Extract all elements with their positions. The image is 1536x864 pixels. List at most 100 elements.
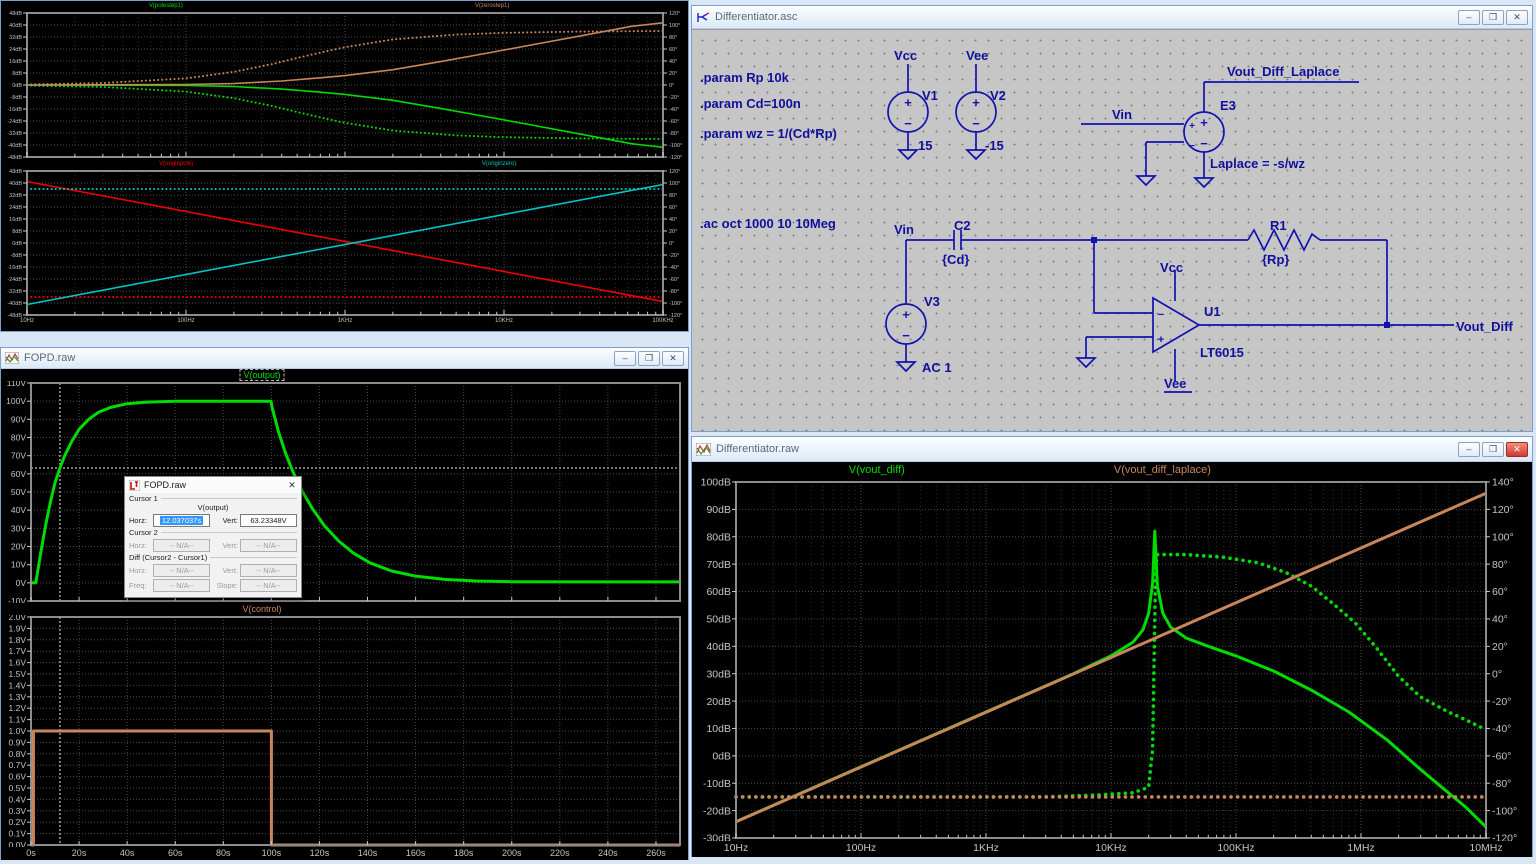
bode-pane-origin-pole-zero[interactable]: 48dB120°40dB100°32dB80°24dB60°16dB40°8dB… xyxy=(1,169,688,317)
close-button[interactable]: ✕ xyxy=(1506,10,1528,25)
schematic-text[interactable]: {Cd} xyxy=(942,252,969,267)
diff-vert-field[interactable]: -- N/A-- xyxy=(240,564,297,577)
bode-pane-differentiator[interactable]: 100dB140°90dB120°80dB100°70dB80°60dB60°5… xyxy=(692,478,1532,841)
restore-button[interactable]: ❐ xyxy=(1482,10,1504,25)
cursor1-vert-field[interactable]: 63.23348V xyxy=(240,514,297,527)
transient-pane-control[interactable]: 2.0V1.9V1.8V1.7V1.6V1.5V1.4V1.3V1.2V1.1V… xyxy=(1,615,688,847)
schematic-text[interactable]: C2 xyxy=(954,218,971,233)
schematic-text[interactable]: Vout_Diff xyxy=(1456,319,1513,334)
diff-horz-field[interactable]: -- N/A-- xyxy=(153,564,210,577)
trace-label[interactable]: V(vout_diff) xyxy=(849,464,905,476)
trace-label[interactable]: V(polestep1) xyxy=(149,3,183,9)
plot-svg: 2.0V1.9V1.8V1.7V1.6V1.5V1.4V1.3V1.2V1.1V… xyxy=(1,615,688,847)
schematic-text[interactable]: R1 xyxy=(1270,218,1287,233)
cursor-dialog-titlebar[interactable]: FOPD.raw ✕ xyxy=(125,477,301,493)
schematic-file-icon xyxy=(696,11,710,24)
schematic-text[interactable]: U1 xyxy=(1204,304,1221,319)
svg-text:100V: 100V xyxy=(6,396,26,406)
schematic-text[interactable]: 15 xyxy=(918,138,932,153)
schematic-text[interactable]: Vcc xyxy=(894,48,917,63)
trace-label-row: V(control) xyxy=(1,603,688,615)
transient-pane-output[interactable]: 110V100V90V80V70V60V50V40V30V20V10V0V-10… xyxy=(1,381,688,603)
trace-label[interactable]: V(output) xyxy=(241,370,284,380)
svg-text:0°: 0° xyxy=(669,83,674,89)
schematic-text[interactable]: E3 xyxy=(1220,98,1236,113)
svg-text:-60°: -60° xyxy=(669,277,679,283)
svg-text:-32dB: -32dB xyxy=(7,289,22,295)
minimize-button[interactable]: – xyxy=(614,351,636,366)
schematic-text[interactable]: .ac oct 1000 10 10Meg xyxy=(700,216,836,231)
svg-text:0dB: 0dB xyxy=(12,241,22,247)
schematic-text[interactable]: Vee xyxy=(1164,376,1186,391)
restore-button[interactable]: ❐ xyxy=(638,351,660,366)
cursor-dialog[interactable]: FOPD.raw ✕ Cursor 1 V(output) Horz: 12.0… xyxy=(124,476,302,598)
schematic-text[interactable]: .param Cd=100n xyxy=(700,96,801,111)
cursor2-horz-field[interactable]: -- N/A-- xyxy=(153,539,210,552)
trace-label[interactable]: V(zerostep1) xyxy=(475,3,509,9)
svg-text:50dB: 50dB xyxy=(706,614,731,626)
diff-slope-field[interactable]: -- N/A-- xyxy=(240,579,297,592)
asc-titlebar[interactable]: Differentiator.asc – ❐ ✕ xyxy=(692,6,1532,29)
svg-text:8dB: 8dB xyxy=(12,229,22,235)
close-button[interactable]: ✕ xyxy=(662,351,684,366)
schematic-text[interactable]: -15 xyxy=(985,138,1004,153)
close-icon[interactable]: ✕ xyxy=(287,480,297,491)
restore-button[interactable]: ❐ xyxy=(1482,442,1504,457)
cursor1-group: Cursor 1 V(output) Horz: 12.037037s Vert… xyxy=(129,494,297,527)
svg-text:0.6V: 0.6V xyxy=(9,772,27,782)
svg-text:-40°: -40° xyxy=(1492,723,1511,735)
schematic-text[interactable]: {Rp} xyxy=(1262,252,1289,267)
svg-text:32dB: 32dB xyxy=(9,193,22,199)
schematic-text[interactable]: .param Rp 10k xyxy=(700,70,790,85)
svg-text:-40°: -40° xyxy=(669,265,679,271)
fopd-titlebar[interactable]: FOPD.raw – ❐ ✕ xyxy=(1,348,688,369)
schematic-text[interactable]: .param wz = 1/(Cd*Rp) xyxy=(700,126,837,141)
schematic-text[interactable]: Vin xyxy=(1112,107,1132,122)
cursor1-horz-field[interactable]: 12.037037s xyxy=(153,514,210,527)
schematic-text[interactable]: Vout_Diff_Laplace xyxy=(1227,64,1339,79)
svg-text:60dB: 60dB xyxy=(706,586,731,598)
svg-text:-10V: -10V xyxy=(8,596,26,603)
schematic-text[interactable]: V2 xyxy=(990,88,1006,103)
svg-text:100°: 100° xyxy=(669,23,680,29)
svg-text:120°: 120° xyxy=(669,11,680,17)
trace-label[interactable]: V(originzero) xyxy=(482,161,516,167)
svg-text:0.5V: 0.5V xyxy=(9,783,27,793)
ltspice-desktop: { "app": {"name_hint": "LTspice-style wa… xyxy=(0,0,1536,864)
svg-text:20dB: 20dB xyxy=(706,696,731,708)
close-button[interactable]: ✕ xyxy=(1506,442,1528,457)
schematic-text[interactable]: Laplace = -s/wz xyxy=(1210,156,1306,171)
schematic-text[interactable]: V1 xyxy=(922,88,938,103)
trace-label-row: V(polestep1) V(zerostep1) xyxy=(1,1,688,11)
schematic-text[interactable]: LT6015 xyxy=(1200,345,1244,360)
trace-label[interactable]: V(vout_diff_laplace) xyxy=(1114,464,1211,476)
svg-text:40dB: 40dB xyxy=(706,641,731,653)
schematic-text[interactable]: Vee xyxy=(966,48,988,63)
schematic-canvas[interactable]: +−+−+−+−+−−+.param Rp 10k.param Cd=100n.… xyxy=(692,29,1532,431)
axis-tick-label: 200s xyxy=(502,848,522,858)
svg-text:20°: 20° xyxy=(1492,641,1508,653)
bode-pane-pole-zero-step[interactable]: 48dB120°40dB100°32dB80°24dB60°16dB40°8dB… xyxy=(1,11,688,159)
axis-tick-label: 180s xyxy=(454,848,474,858)
minimize-button[interactable]: – xyxy=(1458,442,1480,457)
axis-tick-label: 0s xyxy=(26,848,36,858)
svg-text:−: − xyxy=(1158,309,1164,321)
svg-text:60°: 60° xyxy=(669,47,677,53)
trace-label[interactable]: V(originpole) xyxy=(159,161,193,167)
schematic-text[interactable]: V3 xyxy=(924,294,940,309)
trace-label[interactable]: V(control) xyxy=(243,604,282,614)
cursor2-vert-field[interactable]: -- N/A-- xyxy=(240,539,297,552)
plot-svg: 48dB120°40dB100°32dB80°24dB60°16dB40°8dB… xyxy=(1,11,688,159)
raw-titlebar[interactable]: Differentiator.raw – ❐ ✕ xyxy=(692,437,1532,462)
cursor1-header: Cursor 1 xyxy=(129,494,158,503)
svg-text:80dB: 80dB xyxy=(706,531,731,543)
svg-text:1.0V: 1.0V xyxy=(9,726,27,736)
diff-freq-field[interactable]: -- N/A-- xyxy=(153,579,210,592)
schematic-text[interactable]: AC 1 xyxy=(922,360,952,375)
schematic-text[interactable]: Vcc xyxy=(1160,260,1183,275)
minimize-button[interactable]: – xyxy=(1458,10,1480,25)
schematic-text[interactable]: Vin xyxy=(894,222,914,237)
svg-text:-20°: -20° xyxy=(1492,696,1511,708)
axis-tick-label: 100KHz xyxy=(1217,842,1254,854)
svg-text:0.3V: 0.3V xyxy=(9,806,27,816)
